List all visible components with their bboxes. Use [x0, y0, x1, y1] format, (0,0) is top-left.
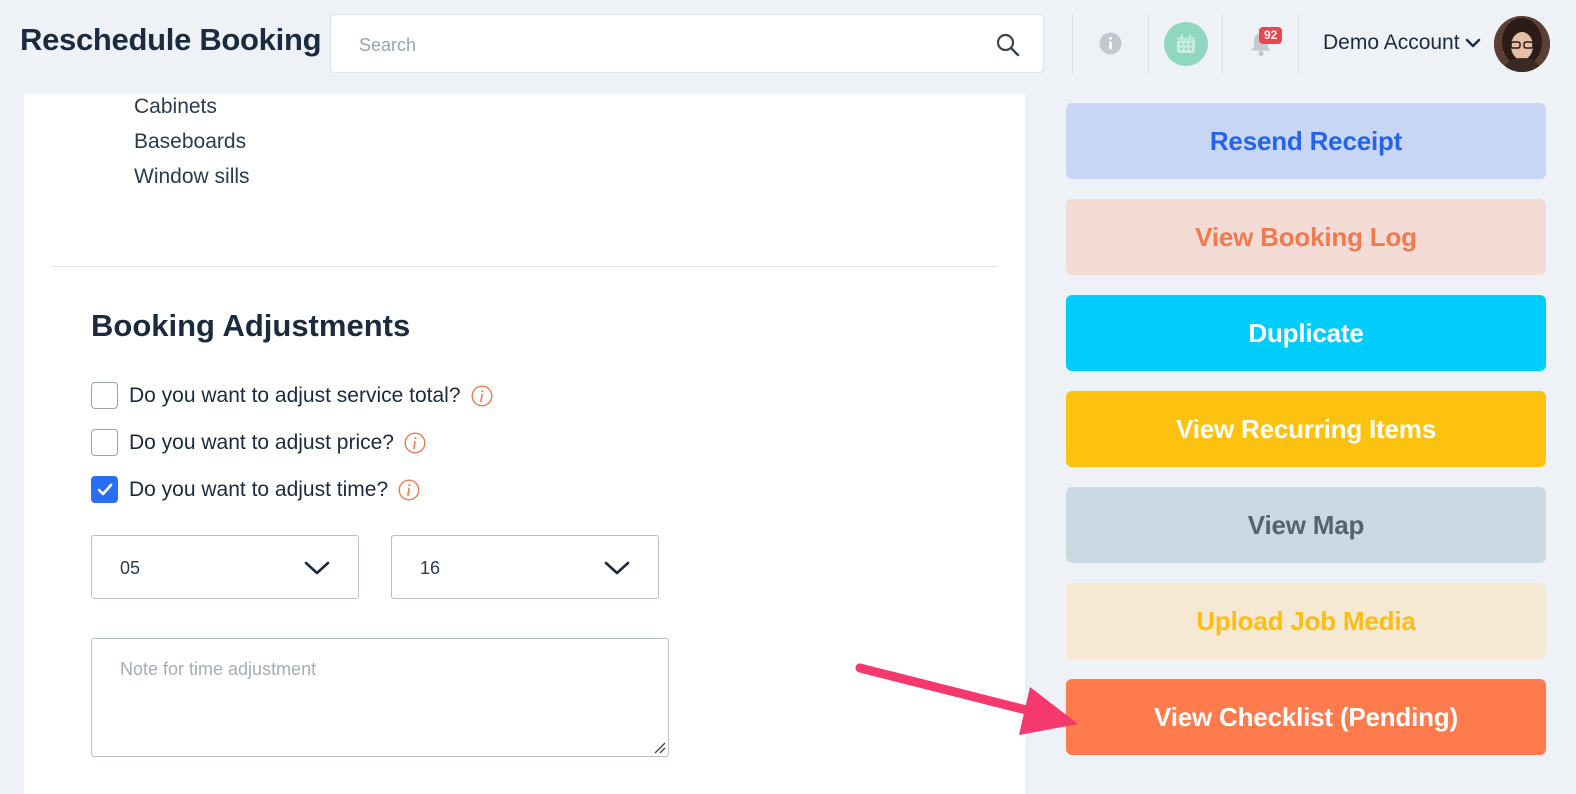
adjust-service-total-option[interactable]: Do you want to adjust service total? — [91, 382, 493, 409]
chevron-down-icon — [1465, 38, 1480, 48]
search-box[interactable] — [330, 14, 1044, 73]
adjust-service-total-checkbox[interactable] — [91, 382, 118, 409]
view-booking-log-button[interactable]: View Booking Log — [1066, 199, 1546, 275]
chevron-down-icon — [604, 561, 630, 575]
info-icon[interactable] — [398, 478, 420, 501]
time-adjustment-note[interactable] — [91, 638, 669, 757]
view-checklist-button[interactable]: View Checklist (Pending) — [1066, 679, 1546, 755]
page-title: Reschedule Booking — [20, 22, 322, 57]
section-divider — [52, 266, 998, 267]
hours-value: 05 — [120, 558, 141, 578]
adjust-time-checkbox[interactable] — [91, 476, 118, 503]
checkbox-label: Do you want to adjust price? — [129, 430, 394, 454]
header-divider — [1148, 15, 1149, 73]
minutes-value: 16 — [420, 558, 441, 578]
section-title: Booking Adjustments — [91, 308, 411, 343]
checkmark-icon — [97, 483, 113, 496]
account-menu[interactable]: Demo Account — [1323, 31, 1481, 55]
list-item: Baseboards — [134, 130, 247, 153]
calendar-icon — [1177, 34, 1195, 53]
list-item: Cabinets — [134, 95, 217, 118]
adjust-price-option[interactable]: Do you want to adjust price? — [91, 429, 426, 456]
checkbox-label: Do you want to adjust service total? — [129, 383, 461, 407]
header-divider — [1298, 15, 1299, 73]
areas-list: Cabinets Baseboards Window sills — [134, 94, 250, 199]
account-label: Demo Account — [1323, 31, 1460, 54]
annotation-arrow-icon — [855, 663, 1078, 735]
user-photo — [1494, 16, 1550, 72]
view-recurring-items-button[interactable]: View Recurring Items — [1066, 391, 1546, 467]
info-icon[interactable] — [404, 431, 426, 454]
header-divider — [1072, 15, 1073, 73]
chevron-down-icon — [304, 561, 330, 575]
search-input[interactable] — [357, 31, 981, 59]
view-map-button[interactable]: View Map — [1066, 487, 1546, 563]
minutes-select[interactable]: 16 — [391, 535, 659, 599]
adjust-price-checkbox[interactable] — [91, 429, 118, 456]
resize-handle-icon[interactable] — [653, 741, 666, 754]
search-icon[interactable] — [995, 32, 1021, 58]
resend-receipt-button[interactable]: Resend Receipt — [1066, 103, 1546, 179]
calendar-button[interactable] — [1164, 22, 1208, 66]
avatar[interactable] — [1494, 16, 1550, 72]
duplicate-button[interactable]: Duplicate — [1066, 295, 1546, 371]
hours-select[interactable]: 05 — [91, 535, 359, 599]
info-icon[interactable] — [471, 384, 493, 407]
list-item: Window sills — [134, 165, 250, 188]
checkbox-label: Do you want to adjust time? — [129, 477, 389, 501]
notification-badge: 92 — [1259, 27, 1283, 44]
header-divider — [1222, 15, 1223, 73]
top-header: Reschedule Booking 92 Demo A — [0, 0, 1576, 90]
info-icon[interactable] — [1099, 32, 1122, 55]
upload-job-media-button[interactable]: Upload Job Media — [1066, 583, 1546, 659]
adjust-time-option[interactable]: Do you want to adjust time? — [91, 476, 420, 503]
